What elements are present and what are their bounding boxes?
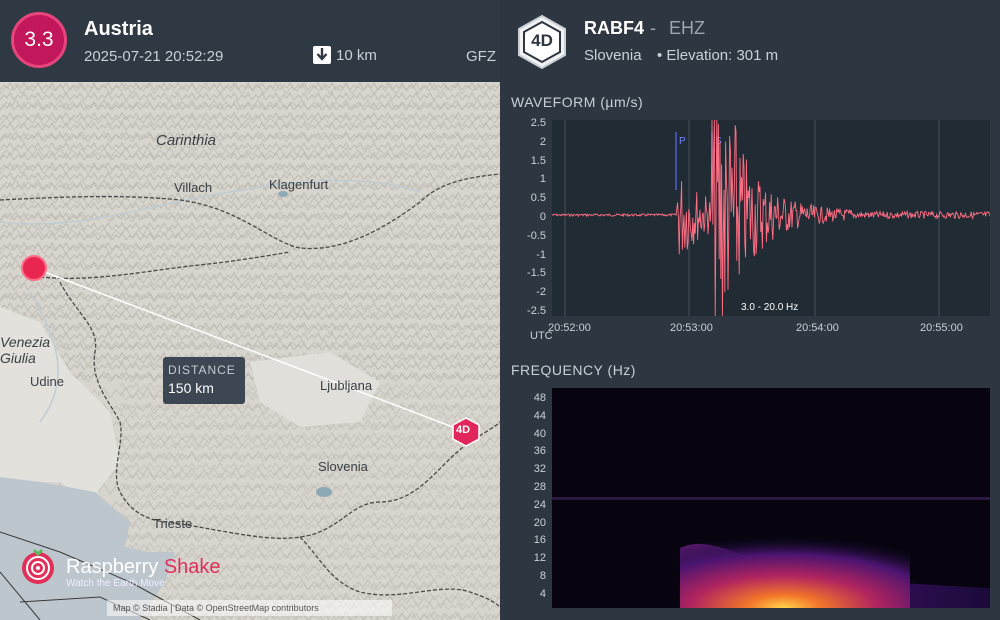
frequency-y-tick: 16 bbox=[533, 534, 546, 547]
distance-label: DISTANCE bbox=[168, 363, 236, 377]
station-separator: - bbox=[650, 18, 656, 38]
depth-value: 10 km bbox=[336, 46, 377, 64]
event-region-title: Austria bbox=[84, 18, 153, 40]
brand-name-part2: Shake bbox=[163, 556, 221, 578]
map-label-venezia: Venezia bbox=[0, 334, 51, 350]
map-label-slovenia: Slovenia bbox=[318, 459, 368, 474]
filter-band-label: 3.0 - 20.0 Hz bbox=[737, 302, 803, 313]
map-label-trieste: Trieste bbox=[153, 516, 193, 531]
waveform-y-tick: 0.5 bbox=[530, 192, 546, 205]
p-wave-label: P bbox=[679, 136, 686, 147]
waveform-y-tick: 2.5 bbox=[530, 117, 546, 129]
station-name: RABF4 bbox=[584, 18, 645, 38]
spectrogram-image bbox=[552, 388, 990, 608]
waveform-y-tick: -0.5 bbox=[527, 229, 546, 242]
waveform-y-tick: -2 bbox=[536, 286, 546, 299]
frequency-y-tick: 20 bbox=[533, 516, 546, 529]
map-label-udine: Udine bbox=[30, 374, 64, 389]
frequency-y-tick: 4 bbox=[539, 587, 546, 600]
map-label-villach: Villach bbox=[174, 180, 213, 195]
map-label-carinthia: Carinthia bbox=[156, 132, 217, 149]
map-label-klagenfurt: Klagenfurt bbox=[269, 177, 329, 192]
waveform-title: WAVEFORM (µm/s) bbox=[511, 94, 644, 110]
distance-tooltip: DISTANCE 150 km bbox=[163, 357, 245, 404]
map-label-giulia: Giulia bbox=[0, 350, 36, 366]
event-source: GFZ bbox=[466, 48, 496, 65]
waveform-y-tick: -2.5 bbox=[527, 305, 546, 317]
brand-name-part1: Raspberry bbox=[66, 556, 159, 578]
waveform-x-tick: 20:55:00 bbox=[920, 322, 963, 334]
frequency-y-tick: 40 bbox=[533, 427, 546, 440]
frequency-y-tick: 8 bbox=[539, 570, 546, 582]
spectrogram-plot[interactable] bbox=[552, 388, 990, 608]
waveform-y-tick: 1.5 bbox=[530, 154, 546, 167]
magnitude-badge: 3.3 bbox=[11, 12, 67, 68]
waveform-x-tick: 20:54:00 bbox=[796, 322, 839, 334]
station-elevation: • Elevation: 301 m bbox=[657, 47, 779, 64]
waveform-x-tick: 20:52:00 bbox=[548, 322, 591, 334]
raspberry-shake-logo-icon bbox=[18, 545, 54, 584]
frequency-y-tick: 36 bbox=[533, 445, 546, 458]
distance-value: 150 km bbox=[168, 380, 214, 396]
waveform-y-tick: -1.5 bbox=[527, 267, 546, 280]
frequency-y-tick: 32 bbox=[533, 463, 546, 476]
frequency-y-tick: 44 bbox=[533, 409, 546, 422]
event-header: 3.3 Austria 2025-07-21 20:52:29 10 km GF… bbox=[0, 0, 500, 82]
frequency-y-tick: 24 bbox=[533, 498, 546, 511]
waveform-y-tick: 2 bbox=[539, 135, 546, 148]
station-badge-icon: 4D bbox=[516, 14, 568, 75]
station-location: Slovenia bbox=[584, 47, 642, 64]
station-channel: EHZ bbox=[669, 18, 705, 38]
brand-name: Raspberry Shake bbox=[66, 556, 221, 579]
waveform-y-tick: 0 bbox=[539, 211, 546, 223]
frequency-title: FREQUENCY (Hz) bbox=[511, 362, 636, 378]
frequency-y-tick: 48 bbox=[533, 392, 546, 404]
event-depth: 10 km bbox=[313, 46, 377, 64]
station-badge-label: 4D bbox=[531, 31, 553, 50]
frequency-y-tick: 28 bbox=[533, 481, 546, 493]
map-terrain bbox=[0, 82, 500, 620]
waveform-y-tick: 1 bbox=[539, 173, 546, 186]
event-map[interactable]: Carinthia Villach Klagenfurt Venezia Giu… bbox=[0, 82, 500, 620]
waveform-y-tick: -1 bbox=[536, 248, 546, 261]
waveform-line bbox=[551, 119, 991, 317]
epicenter-marker[interactable] bbox=[21, 255, 47, 281]
station-marker-label: 4D bbox=[456, 424, 471, 436]
waveform-plot[interactable]: PS bbox=[551, 119, 991, 317]
waveform-x-tick: 20:53:00 bbox=[670, 322, 713, 334]
waveform-trace: PS bbox=[551, 119, 991, 317]
frequency-y-tick: 12 bbox=[533, 552, 546, 565]
brand-tagline: Watch the Earth Move bbox=[66, 578, 165, 589]
map-attribution[interactable]: Map © Stadia | Data © OpenStreetMap cont… bbox=[107, 600, 392, 616]
depth-arrow-icon bbox=[313, 46, 331, 64]
event-datetime: 2025-07-21 20:52:29 bbox=[84, 48, 224, 65]
map-label-ljubljana: Ljubljana bbox=[320, 378, 373, 393]
